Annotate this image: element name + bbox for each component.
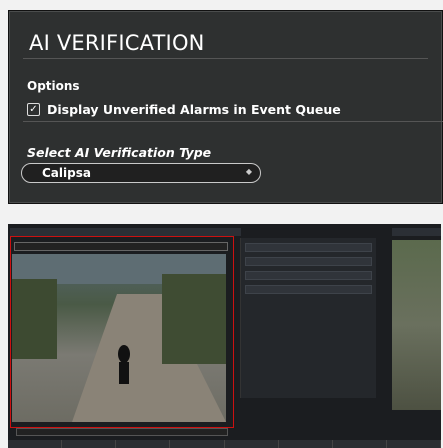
title-divider xyxy=(23,58,428,59)
bottom-tab-bar xyxy=(8,440,441,448)
event-playback-screenshot xyxy=(8,224,441,448)
tab[interactable] xyxy=(170,440,225,448)
options-heading: Options xyxy=(27,79,80,93)
tab[interactable] xyxy=(8,440,63,448)
select-type-heading: Select AI Verification Type xyxy=(27,145,212,160)
tab[interactable] xyxy=(62,440,117,448)
playback-timeline[interactable] xyxy=(16,428,228,436)
details-row xyxy=(245,257,372,266)
panel-title: AI VERIFICATION xyxy=(29,31,205,55)
camera-view xyxy=(12,254,226,422)
tab[interactable] xyxy=(279,440,333,448)
event-details-panel xyxy=(240,238,376,398)
display-unverified-option[interactable]: ✓ Display Unverified Alarms in Event Que… xyxy=(27,102,341,117)
tab[interactable] xyxy=(116,440,171,448)
playback-toolbar xyxy=(10,228,241,236)
tab[interactable] xyxy=(225,440,279,448)
details-row xyxy=(245,285,372,294)
details-row xyxy=(245,271,372,280)
display-unverified-label: Display Unverified Alarms in Event Queue xyxy=(47,102,341,117)
details-row xyxy=(245,243,372,252)
select-arrow-icon: ◆ xyxy=(245,167,252,176)
camera-selector[interactable] xyxy=(14,242,228,251)
secondary-camera-view xyxy=(392,240,441,410)
checkbox-checked-icon[interactable]: ✓ xyxy=(27,103,40,116)
camera-scene-image xyxy=(12,254,226,422)
options-divider xyxy=(23,121,443,122)
verification-type-value: Calipsa xyxy=(42,166,91,180)
verification-type-select[interactable]: Calipsa ◆ xyxy=(21,163,261,183)
ai-verification-panel: AI VERIFICATION Options ✓ Display Unveri… xyxy=(8,10,443,204)
tab[interactable] xyxy=(387,440,441,448)
secondary-camera-header xyxy=(392,228,441,236)
tab[interactable] xyxy=(333,440,387,448)
